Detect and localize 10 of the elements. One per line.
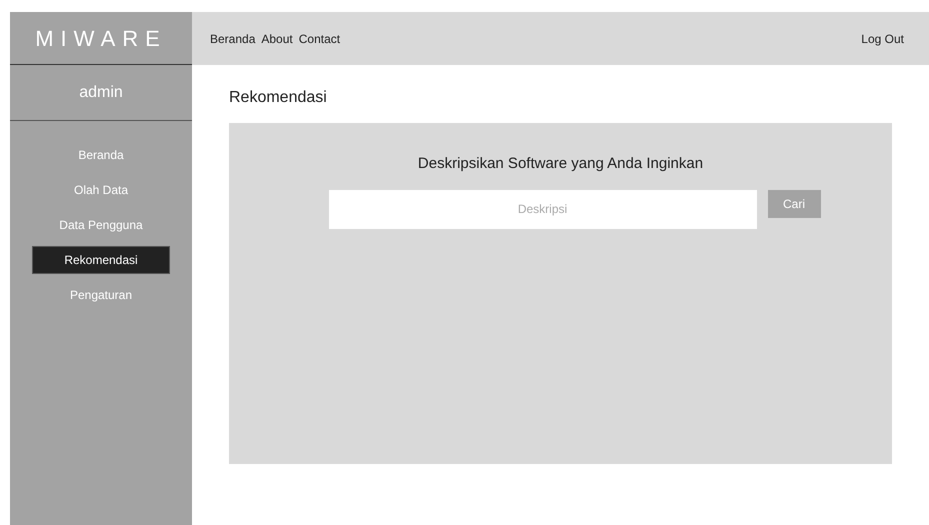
logout-link[interactable]: Log Out xyxy=(861,30,904,48)
panel-heading: Deskripsikan Software yang Anda Inginkan xyxy=(418,154,704,174)
logo: MIWARE xyxy=(35,24,167,52)
nav-link[interactable]: Beranda xyxy=(210,30,256,48)
nav-link[interactable]: About xyxy=(261,30,293,48)
user-name: admin xyxy=(79,82,123,102)
description-field[interactable]: Deskripsi xyxy=(328,190,756,228)
page-title: Rekomendasi xyxy=(229,88,328,108)
nav-link[interactable]: Contact xyxy=(298,30,340,48)
sidebar-item[interactable]: Rekomendasi xyxy=(32,246,170,274)
